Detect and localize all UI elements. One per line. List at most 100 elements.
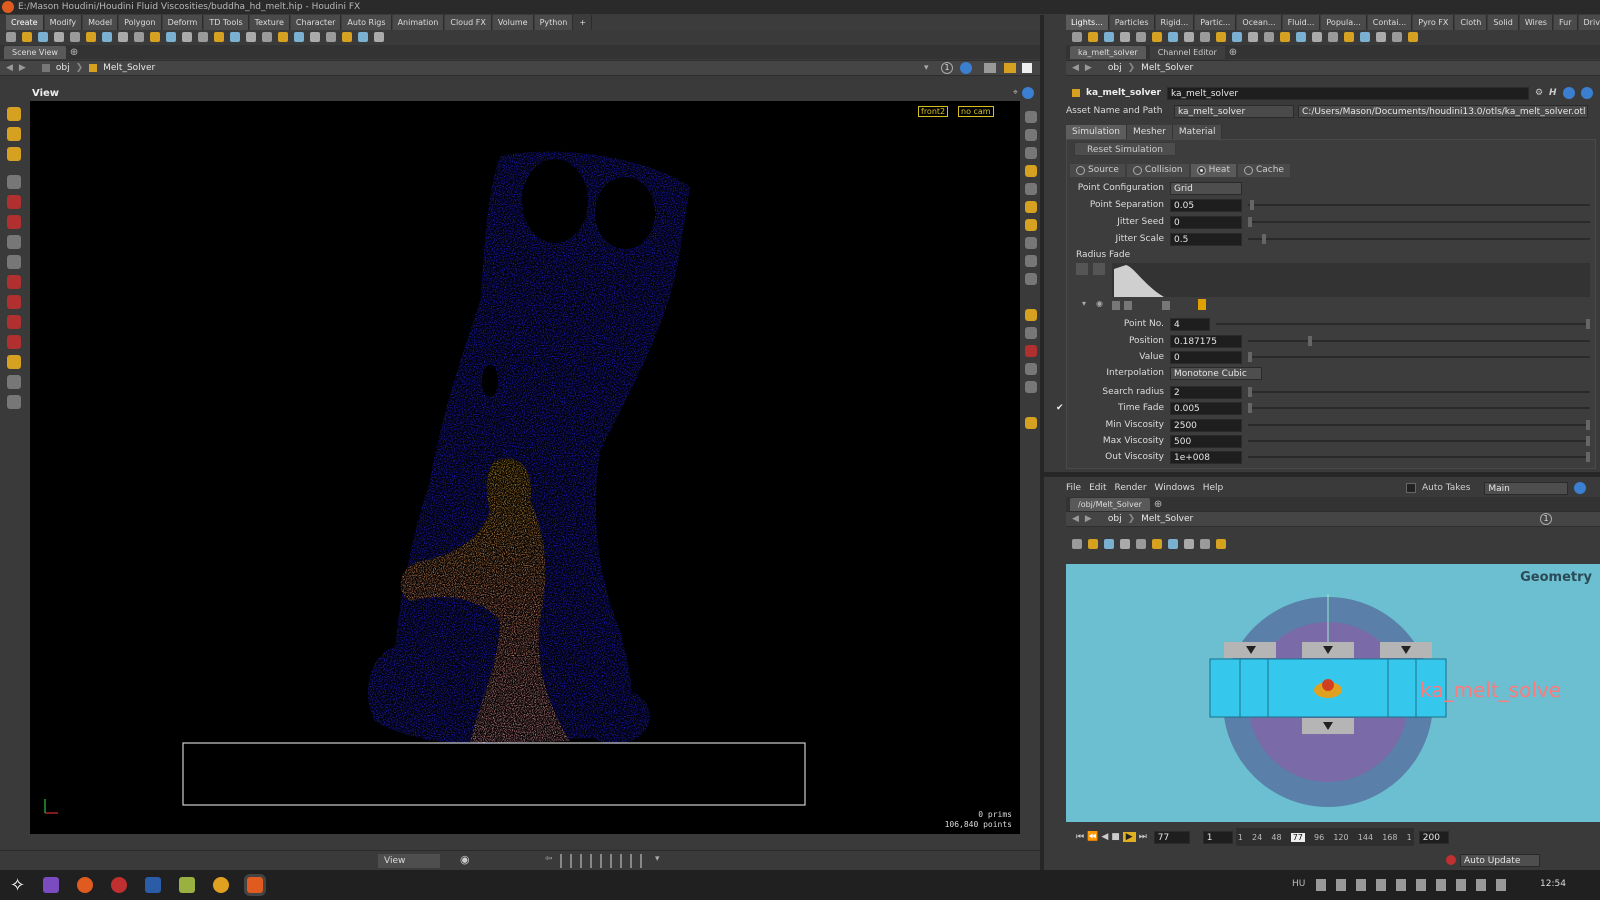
shelf-tool-icon[interactable]	[1136, 539, 1146, 549]
rotate-tool-icon[interactable]	[7, 147, 21, 161]
jitter-seed-slider[interactable]	[1248, 217, 1590, 227]
shelf-tool-icon[interactable]	[38, 32, 48, 42]
menu-windows[interactable]: Windows	[1155, 483, 1195, 493]
info-icon[interactable]	[1562, 87, 1575, 99]
network-help-icon[interactable]	[1574, 482, 1587, 494]
asset-name-dropdown[interactable]: ka_melt_solver	[1174, 104, 1294, 118]
time-fade-slider[interactable]	[1248, 403, 1590, 413]
ramp-key-selected[interactable]	[1198, 299, 1206, 310]
tab-channel-editor[interactable]: Channel Editor	[1149, 45, 1225, 59]
maximize-icon[interactable]	[1022, 63, 1032, 73]
houdini-active-icon[interactable]	[247, 877, 264, 893]
display-icon-1[interactable]	[1025, 111, 1037, 123]
add-tab-icon-2[interactable]: ⊕	[1229, 47, 1237, 58]
chrome-icon[interactable]	[213, 877, 230, 893]
ramp-expand-icon[interactable]: ▾	[1082, 299, 1086, 308]
mode-collision[interactable]: Collision	[1126, 163, 1189, 177]
min-viscosity-slider[interactable]	[1248, 420, 1590, 430]
play-icon[interactable]: ▶	[1122, 832, 1136, 842]
reset-simulation-button[interactable]: Reset Simulation	[1074, 142, 1176, 156]
shelf-tool-icon[interactable]	[22, 32, 32, 42]
display-icon-4[interactable]	[1025, 165, 1037, 177]
ramp-add-icon[interactable]	[1092, 263, 1105, 275]
start-frame-field[interactable]: 1	[1202, 830, 1233, 844]
shelf-tool-icon[interactable]	[358, 32, 368, 42]
forward-icon-2[interactable]: ▶	[1085, 63, 1092, 73]
shelf-tool-icon[interactable]	[1088, 32, 1098, 42]
shelf-tab-python[interactable]: Python	[534, 15, 574, 30]
handle-tool-icon[interactable]	[7, 195, 21, 209]
shelf-tool-icon[interactable]	[1232, 32, 1242, 42]
time-fade-checkbox[interactable]: ✔	[1056, 403, 1070, 413]
link-icon[interactable]	[960, 62, 972, 74]
end-frame-field[interactable]: 200	[1418, 830, 1449, 844]
shelf-tool-icon[interactable]	[1200, 539, 1210, 549]
magnet3-tool-icon[interactable]	[7, 315, 21, 329]
shelf-tool-icon[interactable]	[182, 32, 192, 42]
time-fade-field[interactable]: 0.005	[1170, 401, 1242, 415]
shelf-tab-polygon[interactable]: Polygon	[119, 15, 162, 30]
shelf-tool-icon[interactable]	[214, 32, 224, 42]
shelf-tab-drive-[interactable]: Drive...	[1578, 15, 1600, 30]
houdini-taskbar-icon[interactable]	[77, 877, 94, 893]
value-field[interactable]: 0	[1170, 350, 1242, 364]
menu-file[interactable]: File	[1066, 483, 1081, 493]
path-melt-solver[interactable]: Melt_Solver	[103, 63, 155, 73]
shelf-tool-icon[interactable]	[1168, 539, 1178, 549]
panel-divider[interactable]	[1040, 15, 1044, 870]
photoshop-icon[interactable]	[145, 877, 162, 893]
shelf-tool-icon[interactable]	[1168, 32, 1178, 42]
shelf-tool-icon[interactable]	[166, 32, 176, 42]
jitter-scale-field[interactable]: 0.5	[1170, 232, 1242, 246]
help-icon-2[interactable]	[1580, 87, 1593, 99]
jump-end-icon[interactable]: ⏭	[1139, 832, 1147, 842]
tab-scene-view[interactable]: Scene View	[4, 45, 66, 59]
node-name-field[interactable]: ka_melt_solver	[1166, 86, 1529, 100]
shelf-tool-icon[interactable]	[1328, 32, 1338, 42]
shelf-tab-ocean-[interactable]: Ocean...	[1237, 15, 1282, 30]
point-separation-slider[interactable]	[1248, 200, 1590, 210]
shelf-tool-icon[interactable]	[1392, 32, 1402, 42]
ramp-visibility-icon[interactable]: ◉	[1096, 299, 1103, 308]
view-options-icon[interactable]: ⌖	[1013, 88, 1018, 98]
magnet2-tool-icon[interactable]	[7, 295, 21, 309]
interpolation-dropdown[interactable]: Monotone Cubic	[1170, 366, 1262, 380]
shelf-tab-rigid-[interactable]: Rigid...	[1155, 15, 1195, 30]
tab-ka-melt-solver[interactable]: ka_melt_solver	[1070, 45, 1146, 59]
point-no-field[interactable]: 4	[1170, 317, 1210, 331]
shelf-tool-icon[interactable]	[134, 32, 144, 42]
auto-takes-checkbox[interactable]	[1406, 483, 1416, 493]
ramp-delete-icon[interactable]	[1076, 263, 1088, 275]
shelf-tool-icon[interactable]	[326, 32, 336, 42]
position-field[interactable]: 0.187175	[1170, 334, 1242, 348]
shelf-tool-icon[interactable]	[1184, 539, 1194, 549]
shelf-tab-modify[interactable]: Modify	[44, 15, 83, 30]
path-obj[interactable]: obj	[56, 63, 70, 73]
shelf-tool-icon[interactable]	[1264, 32, 1274, 42]
move-tool-icon[interactable]	[7, 127, 21, 141]
shelf-tool-icon[interactable]	[1120, 32, 1130, 42]
shelf-tool-icon[interactable]	[1408, 32, 1418, 42]
shelf-tab-wires[interactable]: Wires	[1519, 15, 1553, 30]
network-view[interactable]: Geometry ka_melt_solve	[1066, 564, 1600, 822]
asset-path-dropdown[interactable]: C:/Users/Mason/Documents/houdini13.0/otl…	[1298, 104, 1588, 118]
shelf-tool-icon[interactable]	[342, 32, 352, 42]
shelf-tool-icon[interactable]	[1152, 32, 1162, 42]
network-pin-button[interactable]: 1	[1540, 513, 1552, 525]
shelf-tool-icon[interactable]	[6, 32, 16, 42]
display-icon-11[interactable]	[1025, 309, 1037, 321]
shelf-tab-auto-rigs[interactable]: Auto Rigs	[342, 15, 392, 30]
shelf-tool-icon[interactable]	[278, 32, 288, 42]
shelf-tool-icon[interactable]	[246, 32, 256, 42]
camera-icon[interactable]	[984, 63, 996, 73]
back-icon-2[interactable]: ◀	[1072, 63, 1079, 73]
mode-source[interactable]: Source	[1070, 163, 1125, 177]
radius-fade-ramp[interactable]	[1112, 263, 1590, 297]
shelf-tool-icon[interactable]	[294, 32, 304, 42]
auto-update-dropdown[interactable]: Auto Update	[1460, 853, 1540, 867]
app-red-icon[interactable]	[111, 877, 128, 893]
subtab-material[interactable]: Material	[1172, 125, 1223, 139]
camera-menu-nocam[interactable]: no cam	[958, 106, 994, 117]
3d-viewport[interactable]: front2 no cam 0 prims 106,840 points	[30, 101, 1020, 834]
gear-icon[interactable]: ⚙	[1535, 88, 1543, 98]
